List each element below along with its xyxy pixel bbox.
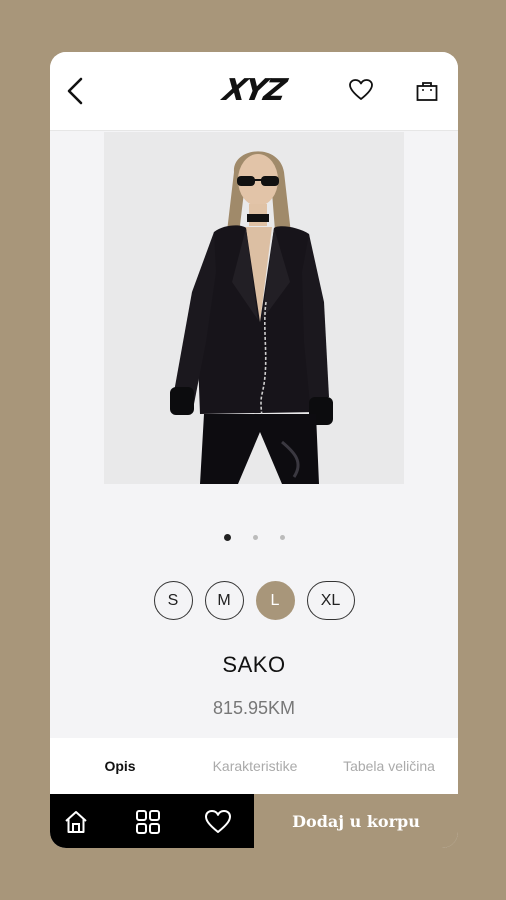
top-bar: XYZ bbox=[50, 52, 458, 131]
add-to-cart-button[interactable]: Dodaj u korpu bbox=[254, 794, 458, 848]
product-tabs: Opis Karakteristike Tabela veličina bbox=[50, 738, 458, 794]
home-icon[interactable] bbox=[62, 808, 90, 836]
size-option-l[interactable]: L bbox=[255, 581, 295, 620]
size-selector: S M L XL bbox=[50, 581, 458, 625]
tab-size-chart[interactable]: Tabela veličina bbox=[340, 738, 438, 794]
brand-logo[interactable]: XYZ bbox=[212, 70, 297, 110]
carousel-dot[interactable] bbox=[252, 534, 258, 540]
size-option-xl[interactable]: XL bbox=[306, 581, 355, 620]
back-arrow-icon[interactable] bbox=[64, 76, 88, 106]
carousel-dot[interactable] bbox=[223, 533, 231, 541]
bottom-bar: Dodaj u korpu bbox=[50, 794, 458, 848]
carousel-indicator bbox=[50, 531, 458, 543]
tab-description[interactable]: Opis bbox=[80, 738, 160, 794]
model-photo-illustration bbox=[104, 132, 404, 484]
product-price: 815.95KM bbox=[212, 698, 296, 718]
size-option-s[interactable]: S bbox=[153, 581, 193, 620]
bottom-nav bbox=[50, 794, 254, 848]
tab-characteristics[interactable]: Karakteristike bbox=[190, 738, 320, 794]
carousel-dot[interactable] bbox=[279, 534, 285, 540]
heart-icon[interactable] bbox=[348, 78, 374, 102]
size-option-m[interactable]: M bbox=[204, 581, 244, 620]
product-screen: XYZ S M L XL SAKO 815.95KM Opis Karakter… bbox=[50, 52, 458, 848]
shopping-bag-icon[interactable] bbox=[415, 79, 439, 103]
favorites-heart-icon[interactable] bbox=[204, 808, 232, 836]
product-image[interactable] bbox=[104, 132, 404, 484]
grid-icon[interactable] bbox=[134, 808, 162, 836]
product-name: SAKO bbox=[222, 652, 286, 677]
